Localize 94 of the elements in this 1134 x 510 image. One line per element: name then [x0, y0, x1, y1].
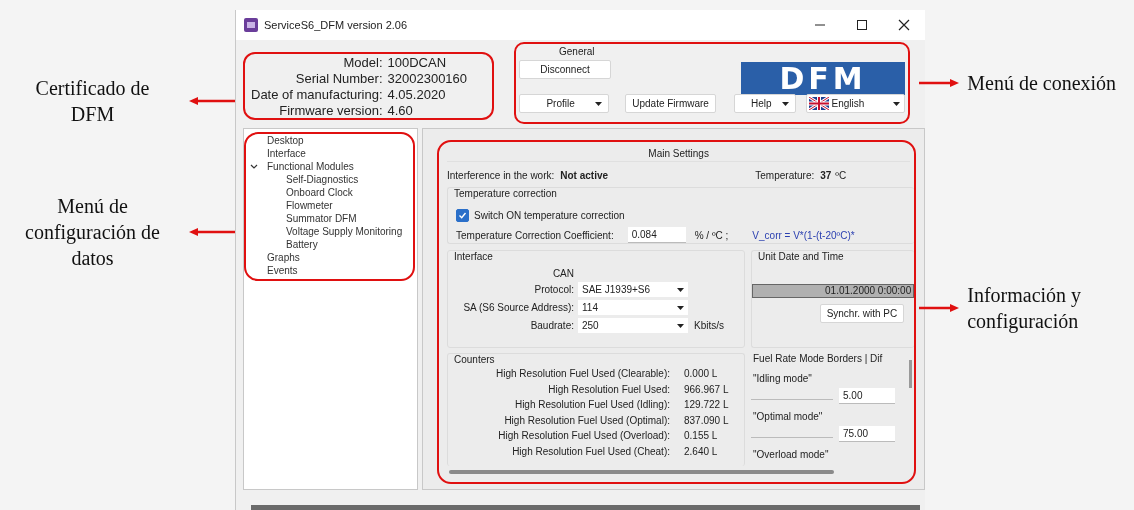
counter-label: High Resolution Fuel Used (Optimal): — [503, 413, 670, 428]
certificate-value: 32002300160 — [387, 71, 468, 87]
tree-item[interactable]: Battery — [248, 238, 409, 251]
counter-label: High Resolution Fuel Used (Clearable): — [495, 367, 670, 381]
caret-icon — [677, 287, 684, 292]
field-label: Protocol: — [533, 284, 574, 295]
scrollbar[interactable] — [251, 505, 921, 510]
logo: DFM — [741, 62, 905, 95]
section-title: Main Settings — [648, 148, 709, 159]
window-title: ServiceS6_DFM version 2.06 — [264, 19, 408, 31]
certificate-value: 4.05.2020 — [387, 87, 447, 103]
counter-label: High Resolution Fuel Used: — [547, 382, 670, 397]
counter-label: High Resolution Fuel Used (Overload): — [497, 429, 670, 443]
close-icon — [898, 19, 911, 31]
group-title: Fuel Rate Mode Borders | Dif — [753, 352, 884, 366]
certificate-value: 100DCAN — [387, 55, 448, 71]
tree-item[interactable]: Summator DFM — [248, 212, 409, 225]
group-title: Counters — [454, 353, 496, 366]
group-title: Interface — [454, 250, 494, 263]
caret-icon — [677, 305, 684, 310]
coefficient-field[interactable]: 0.084 — [627, 227, 686, 243]
group-title: Unit Date and Time — [758, 250, 845, 263]
group-title: General — [559, 46, 596, 58]
select-dropdown[interactable]: 250 — [578, 318, 688, 333]
certificate-label: Model: — [342, 55, 383, 71]
scrollbar[interactable] — [909, 360, 913, 388]
tree-item[interactable]: Desktop — [248, 134, 409, 147]
tree-item[interactable]: Onboard Clock — [248, 186, 409, 199]
annotation-label: Menú de configuración de datos — [24, 194, 161, 271]
tree-item[interactable]: Graphs — [248, 251, 409, 264]
arrow — [919, 304, 960, 312]
select-dropdown[interactable]: 114 — [578, 300, 688, 315]
mode-label: "Overload mode" — [753, 448, 830, 461]
counter-label: High Resolution Fuel Used (Cheat): — [511, 444, 670, 459]
caret-icon — [595, 101, 603, 106]
group-title: Temperature correction — [454, 187, 558, 200]
caret-icon — [781, 101, 789, 106]
tree-item[interactable]: Flowmeter — [248, 199, 409, 212]
certificate-value: 4.60 — [387, 103, 414, 119]
temperature-value: 37 — [820, 170, 832, 181]
checkmark-icon — [458, 211, 467, 220]
counter-value: 966.967 L — [684, 382, 729, 397]
field-label: Temperature Correction Coefficient: — [456, 229, 614, 241]
field-label: Baudrate: — [529, 320, 574, 331]
flag-icon — [808, 97, 829, 110]
counter-value: 837.090 L — [684, 413, 729, 428]
chevron-icon — [250, 163, 258, 170]
caret-icon — [893, 101, 900, 106]
counter-label: High Resolution Fuel Used (Idling): — [513, 398, 670, 412]
status-value: Not active — [560, 170, 609, 181]
checkbox-label: Switch ON temperature correction — [474, 210, 625, 221]
certificate-label: Date of manufacturing: — [251, 87, 383, 103]
arrow — [189, 228, 235, 236]
tree-item[interactable]: Self-Diagnostics — [248, 173, 409, 186]
mode-value-field[interactable]: 75.00 — [839, 426, 895, 442]
counter-value: 0.155 L — [684, 429, 718, 443]
annotation-label: Menú de conexión — [967, 71, 1118, 96]
bus-label: CAN — [552, 268, 574, 279]
disconnect-button[interactable]: Disconnect — [519, 60, 611, 79]
unit-label: Kbits/s — [694, 320, 724, 331]
mode-label: "Idling mode" — [753, 372, 813, 385]
annotation-label: Certificado de DFM — [34, 76, 151, 127]
arrow — [189, 97, 235, 105]
mode-value-field[interactable]: 5.00 — [839, 388, 895, 404]
help-dropdown[interactable]: Help — [733, 94, 796, 113]
certificate-label: Firmware version: — [278, 103, 383, 119]
checkbox[interactable] — [456, 209, 469, 222]
status-label: Interference in the work: — [447, 170, 555, 181]
annotation-label: Información y configuración — [967, 283, 1083, 334]
counter-value: 0.000 L — [684, 367, 718, 381]
formula-text: V_corr = V*(1-(t-20ºC)* — [752, 229, 855, 241]
unit-label: % / ºC ; — [694, 229, 729, 241]
temperature-label: Temperature: — [755, 170, 815, 181]
app-icon — [244, 18, 258, 32]
field-label: SA (S6 Source Address): — [462, 302, 574, 313]
language-dropdown[interactable]: English — [805, 94, 905, 113]
profile-dropdown[interactable]: Profile — [519, 94, 610, 113]
caret-icon — [677, 323, 684, 328]
select-dropdown[interactable]: SAE J1939+S6 — [578, 282, 688, 297]
counter-value: 2.640 L — [684, 444, 718, 459]
tree-item[interactable]: Voltage Supply Monitoring — [248, 225, 409, 238]
maximize-icon — [856, 19, 869, 31]
tree-item[interactable]: Events — [248, 264, 409, 277]
scrollbar[interactable] — [449, 470, 834, 474]
update-firmware-button[interactable]: Update Firmware — [625, 94, 716, 113]
tree-node[interactable]: Functional Modules — [248, 160, 409, 173]
arrow — [919, 79, 960, 87]
tree-item[interactable]: Interface — [248, 147, 409, 160]
sync-button[interactable]: Synchr. with PC — [819, 304, 905, 323]
date-time-display: 01.01.2000 0:00:00 — [752, 284, 915, 298]
certificate-label: Serial Number: — [294, 71, 383, 87]
mode-label: "Optimal mode" — [753, 410, 824, 423]
temperature-unit: ºC — [835, 170, 847, 181]
counter-value: 129.722 L — [684, 398, 729, 412]
